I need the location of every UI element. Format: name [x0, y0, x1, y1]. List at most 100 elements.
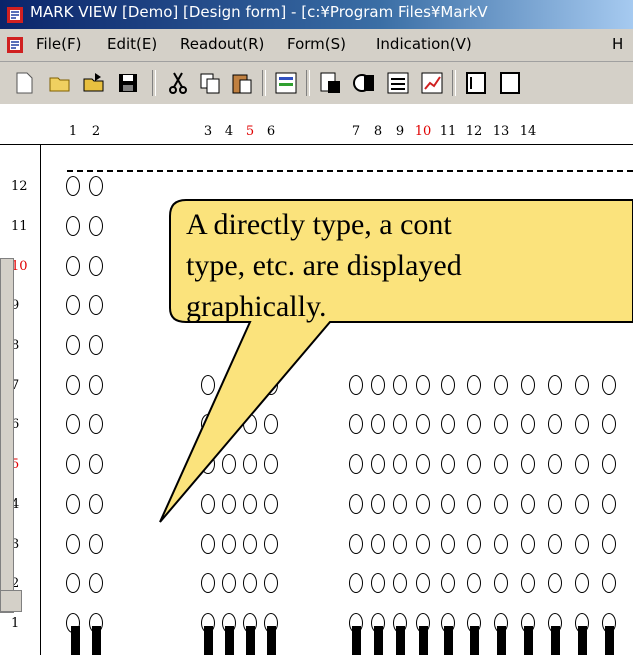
- answer-bubble[interactable]: [222, 573, 236, 593]
- answer-bubble[interactable]: [66, 375, 80, 395]
- answer-bubble[interactable]: [371, 375, 385, 395]
- answer-bubble[interactable]: [416, 375, 430, 395]
- answer-bubble[interactable]: [393, 454, 407, 474]
- answer-bubble[interactable]: [548, 454, 562, 474]
- answer-bubble[interactable]: [393, 375, 407, 395]
- answer-bubble[interactable]: [222, 414, 236, 434]
- answer-bubble[interactable]: [416, 534, 430, 554]
- answer-bubble[interactable]: [602, 494, 616, 514]
- read-icon[interactable]: [316, 69, 344, 97]
- answer-bubble[interactable]: [521, 375, 535, 395]
- answer-bubble[interactable]: [89, 375, 103, 395]
- answer-bubble[interactable]: [66, 534, 80, 554]
- answer-bubble[interactable]: [264, 494, 278, 514]
- answer-bubble[interactable]: [393, 414, 407, 434]
- form-icon[interactable]: [272, 69, 300, 97]
- answer-bubble[interactable]: [201, 375, 215, 395]
- answer-bubble[interactable]: [441, 534, 455, 554]
- answer-bubble[interactable]: [66, 414, 80, 434]
- answer-bubble[interactable]: [243, 375, 257, 395]
- answer-bubble[interactable]: [264, 414, 278, 434]
- answer-bubble[interactable]: [222, 375, 236, 395]
- answer-bubble[interactable]: [494, 414, 508, 434]
- answer-bubble[interactable]: [264, 454, 278, 474]
- open-folder-icon[interactable]: [80, 69, 108, 97]
- answer-bubble[interactable]: [201, 573, 215, 593]
- answer-bubble[interactable]: [575, 454, 589, 474]
- answer-bubble[interactable]: [548, 494, 562, 514]
- answer-bubble[interactable]: [243, 454, 257, 474]
- answer-bubble[interactable]: [441, 375, 455, 395]
- answer-bubble[interactable]: [575, 494, 589, 514]
- answer-bubble[interactable]: [575, 375, 589, 395]
- answer-bubble[interactable]: [441, 573, 455, 593]
- answer-bubble[interactable]: [89, 216, 103, 236]
- mark-icon[interactable]: [350, 69, 378, 97]
- answer-bubble[interactable]: [602, 573, 616, 593]
- answer-bubble[interactable]: [416, 573, 430, 593]
- answer-bubble[interactable]: [371, 494, 385, 514]
- answer-bubble[interactable]: [349, 534, 363, 554]
- answer-bubble[interactable]: [66, 335, 80, 355]
- answer-bubble[interactable]: [521, 534, 535, 554]
- answer-bubble[interactable]: [548, 414, 562, 434]
- answer-bubble[interactable]: [371, 454, 385, 474]
- menu-help[interactable]: H: [612, 35, 623, 53]
- cut-icon[interactable]: [164, 69, 192, 97]
- answer-bubble[interactable]: [264, 534, 278, 554]
- answer-bubble[interactable]: [264, 573, 278, 593]
- answer-bubble[interactable]: [349, 454, 363, 474]
- answer-bubble[interactable]: [201, 494, 215, 514]
- answer-bubble[interactable]: [66, 494, 80, 514]
- answer-bubble[interactable]: [66, 295, 80, 315]
- new-icon[interactable]: [10, 69, 38, 97]
- answer-bubble[interactable]: [89, 335, 103, 355]
- answer-bubble[interactable]: [89, 295, 103, 315]
- answer-bubble[interactable]: [602, 414, 616, 434]
- answer-bubble[interactable]: [66, 573, 80, 593]
- page-icon[interactable]: [496, 69, 524, 97]
- answer-bubble[interactable]: [416, 454, 430, 474]
- page-icon[interactable]: [462, 69, 490, 97]
- answer-bubble[interactable]: [349, 494, 363, 514]
- answer-bubble[interactable]: [441, 494, 455, 514]
- menu-form[interactable]: Form(S): [287, 35, 346, 53]
- answer-bubble[interactable]: [467, 494, 481, 514]
- answer-bubble[interactable]: [467, 573, 481, 593]
- answer-bubble[interactable]: [89, 176, 103, 196]
- document-icon[interactable]: [6, 36, 24, 54]
- app-icon[interactable]: [6, 6, 24, 24]
- answer-bubble[interactable]: [201, 414, 215, 434]
- menu-readout[interactable]: Readout(R): [180, 35, 264, 53]
- copy-icon[interactable]: [196, 69, 224, 97]
- answer-bubble[interactable]: [575, 534, 589, 554]
- answer-bubble[interactable]: [264, 375, 278, 395]
- answer-bubble[interactable]: [243, 494, 257, 514]
- answer-bubble[interactable]: [441, 414, 455, 434]
- answer-bubble[interactable]: [467, 534, 481, 554]
- paste-icon[interactable]: [228, 69, 256, 97]
- answer-bubble[interactable]: [243, 414, 257, 434]
- answer-bubble[interactable]: [349, 573, 363, 593]
- answer-bubble[interactable]: [89, 414, 103, 434]
- answer-bubble[interactable]: [521, 494, 535, 514]
- menu-file[interactable]: File(F): [36, 35, 81, 53]
- answer-bubble[interactable]: [222, 454, 236, 474]
- answer-bubble[interactable]: [371, 534, 385, 554]
- answer-bubble[interactable]: [89, 454, 103, 474]
- answer-bubble[interactable]: [89, 573, 103, 593]
- answer-bubble[interactable]: [494, 454, 508, 474]
- answer-bubble[interactable]: [349, 414, 363, 434]
- answer-bubble[interactable]: [89, 494, 103, 514]
- answer-bubble[interactable]: [602, 375, 616, 395]
- open-icon[interactable]: [46, 69, 74, 97]
- answer-bubble[interactable]: [393, 494, 407, 514]
- menu-indication[interactable]: Indication(V): [376, 35, 472, 53]
- answer-bubble[interactable]: [467, 375, 481, 395]
- menu-edit[interactable]: Edit(E): [107, 35, 157, 53]
- answer-bubble[interactable]: [575, 573, 589, 593]
- answer-bubble[interactable]: [66, 256, 80, 276]
- answer-bubble[interactable]: [222, 534, 236, 554]
- answer-bubble[interactable]: [201, 454, 215, 474]
- answer-bubble[interactable]: [349, 375, 363, 395]
